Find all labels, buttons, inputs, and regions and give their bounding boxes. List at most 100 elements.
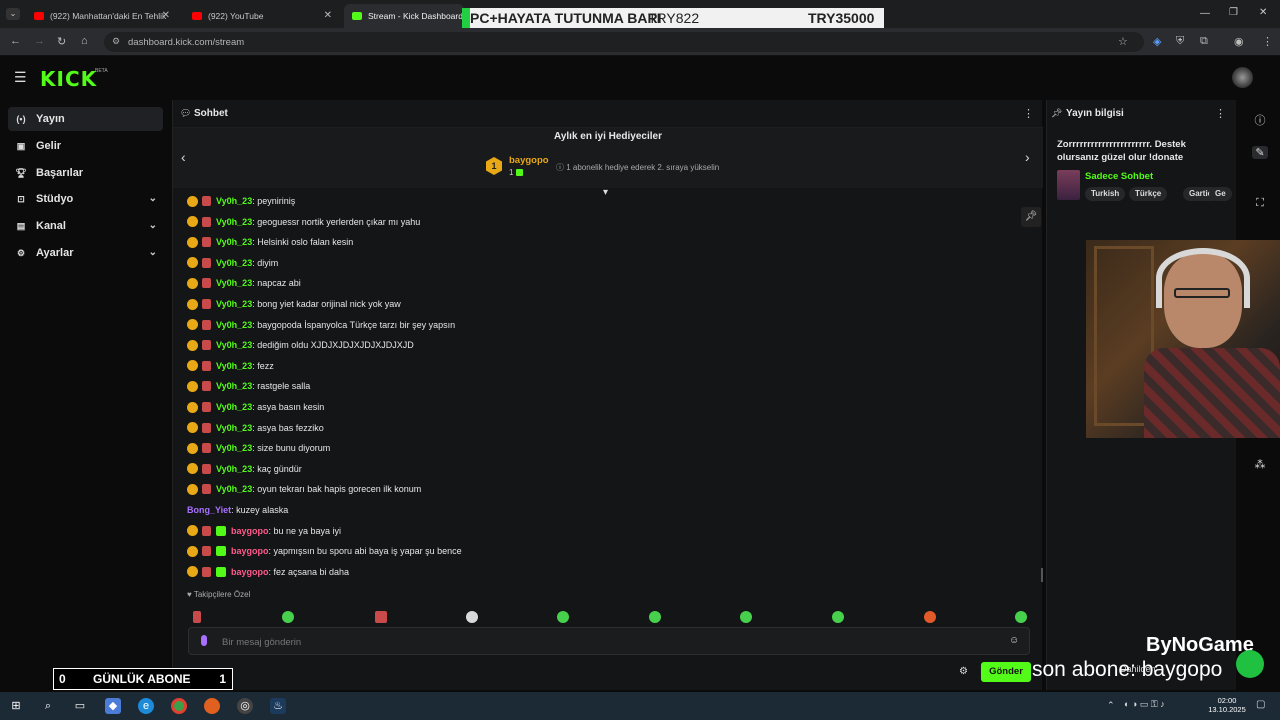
sidebar-item-yayin[interactable]: (•) Yayın — [8, 107, 163, 131]
chat-username[interactable]: baygopo — [231, 567, 269, 577]
chat-scrollbar[interactable] — [1041, 568, 1043, 582]
emote-icon[interactable] — [924, 611, 936, 623]
copilot-icon[interactable]: ◆ — [105, 698, 121, 714]
chevron-left-icon[interactable]: ‹ — [181, 149, 186, 165]
site-info-icon[interactable]: ⚙ — [112, 36, 120, 47]
chat-username[interactable]: Bong_Yiet — [187, 505, 231, 515]
tab-search-icon[interactable]: ⌄ — [6, 8, 20, 20]
chat-message-text: : fezz — [252, 360, 274, 371]
chat-username[interactable]: baygopo — [231, 546, 269, 556]
pin-icon[interactable]: 📌︎ — [1021, 207, 1041, 227]
search-icon[interactable]: ⌕ — [40, 698, 56, 714]
chat-username[interactable]: Vy0h_23 — [216, 464, 252, 474]
minimize-icon[interactable]: — — [1200, 8, 1210, 19]
chevron-down-icon[interactable]: ⌄ — [149, 220, 157, 231]
scroll-down-arrow-icon[interactable]: ▾ — [603, 187, 608, 198]
stream-info-options-icon[interactable]: ⋮ — [1215, 107, 1226, 120]
address-bar[interactable]: ⚙ dashboard.kick.com/stream — [104, 32, 1144, 52]
task-view-icon[interactable]: ▭ — [72, 698, 88, 714]
category-thumbnail[interactable] — [1057, 170, 1080, 200]
tag-chip[interactable]: Türkçe — [1129, 187, 1168, 201]
extension-icon[interactable]: ◈ — [1153, 35, 1161, 48]
sidebar-item-kanal[interactable]: ▤ Kanal ⌄ — [8, 214, 163, 238]
close-window-icon[interactable]: ✕ — [1259, 7, 1267, 18]
chevron-down-icon[interactable]: ⌄ — [149, 193, 157, 204]
taskbar-clock[interactable]: 02:00 13.10.2025 — [1204, 696, 1250, 714]
info-icon[interactable]: ⓘ — [1252, 112, 1268, 128]
hamburger-menu-icon[interactable]: ☰ — [14, 69, 27, 86]
chrome-icon[interactable] — [171, 698, 187, 714]
chat-username[interactable]: Vy0h_23 — [216, 423, 252, 433]
emote-icon[interactable] — [1015, 611, 1027, 623]
notifications-icon[interactable]: ▢ — [1256, 699, 1265, 710]
bookmark-star-icon[interactable]: ☆ — [1118, 35, 1128, 48]
steam-icon[interactable]: ♨ — [270, 698, 286, 714]
chat-username[interactable]: Vy0h_23 — [216, 258, 252, 268]
emote-icon[interactable] — [193, 611, 201, 623]
tab-kick-dashboard[interactable]: Stream - Kick Dashboard — [344, 4, 464, 28]
tab-youtube-manhattan[interactable]: (922) Manhattan'daki En Tehlik ✕ — [26, 4, 178, 28]
emote-icon[interactable] — [832, 611, 844, 623]
chat-username[interactable]: Vy0h_23 — [216, 381, 252, 391]
share-icon[interactable]: ⁂ — [1252, 458, 1268, 471]
tray-chevron-up-icon[interactable]: ⌃ — [1107, 700, 1115, 711]
kick-logo[interactable]: KICK — [40, 67, 97, 91]
chevron-right-icon[interactable]: › — [1025, 149, 1030, 165]
chat-username[interactable]: Vy0h_23 — [216, 237, 252, 247]
chat-username[interactable]: Vy0h_23 — [216, 443, 252, 453]
chat-settings-gear-icon[interactable]: ⚙ — [959, 666, 968, 677]
tag-chip[interactable]: Turkish — [1085, 187, 1126, 201]
edit-pencil-icon[interactable]: ✎ — [1252, 146, 1268, 159]
chat-username[interactable]: Vy0h_23 — [216, 402, 252, 412]
emote-icon[interactable] — [557, 611, 569, 623]
tab-youtube[interactable]: (922) YouTube ✕ — [184, 4, 340, 28]
emote-icon[interactable] — [649, 611, 661, 623]
emoji-icon[interactable]: ☺ — [1009, 635, 1019, 646]
emote-icon[interactable] — [282, 611, 294, 623]
chat-message-input[interactable]: Bir mesaj gönderin ☺ — [188, 627, 1030, 655]
chevron-down-icon[interactable]: ⌄ — [149, 247, 157, 258]
gifter-name[interactable]: baygopo — [509, 155, 549, 166]
tray-icons[interactable]: ◐ ◑ ▭ ⚿ ♪ — [1124, 699, 1165, 710]
emote-icon[interactable] — [466, 611, 478, 623]
sidebar-item-studyo[interactable]: ⊡ Stüdyo ⌄ — [8, 187, 163, 211]
chat-options-icon[interactable]: ⋮ — [1023, 107, 1034, 120]
maximize-icon[interactable]: ❐ — [1229, 7, 1238, 18]
chat-username[interactable]: Vy0h_23 — [216, 196, 252, 206]
stream-title-text: Zorrrrrrrrrrrrrrrrrrrrrr. Destek olursan… — [1057, 139, 1186, 163]
chat-username[interactable]: Vy0h_23 — [216, 361, 252, 371]
emote-icon[interactable] — [740, 611, 752, 623]
close-tab-icon[interactable]: ✕ — [162, 10, 170, 21]
emote-icon[interactable] — [375, 611, 387, 623]
chat-username[interactable]: Vy0h_23 — [216, 299, 252, 309]
sidebar-item-ayarlar[interactable]: ⚙ Ayarlar ⌄ — [8, 241, 163, 265]
microphone-icon[interactable] — [201, 635, 207, 646]
menu-dots-icon[interactable]: ⋮ — [1262, 35, 1273, 48]
send-button[interactable]: Gönder — [981, 662, 1031, 682]
gift-badge-icon — [202, 196, 211, 206]
firefox-icon[interactable] — [204, 698, 220, 714]
shield-icon[interactable]: ⛨ — [1176, 35, 1184, 48]
close-tab-icon[interactable]: ✕ — [324, 10, 332, 21]
edge-icon[interactable]: e — [138, 698, 154, 714]
fullscreen-icon[interactable]: ⛶ — [1252, 197, 1268, 210]
home-icon[interactable]: ⌂ — [81, 35, 88, 47]
chat-username[interactable]: Vy0h_23 — [216, 278, 252, 288]
sidebar-item-gelir[interactable]: ▣ Gelir — [8, 134, 163, 158]
puzzle-icon[interactable]: ⧉ — [1200, 35, 1208, 48]
category-name[interactable]: Sadece Sohbet — [1085, 171, 1153, 182]
chat-username[interactable]: baygopo — [231, 526, 269, 536]
forward-icon[interactable]: → — [34, 35, 45, 47]
user-avatar[interactable] — [1232, 67, 1253, 88]
reload-icon[interactable]: ↻ — [57, 35, 66, 48]
chat-username[interactable]: Vy0h_23 — [216, 484, 252, 494]
sidebar-item-basarilar[interactable]: 🏆︎ Başarılar — [8, 161, 163, 185]
chat-username[interactable]: Vy0h_23 — [216, 217, 252, 227]
chat-username[interactable]: Vy0h_23 — [216, 340, 252, 350]
back-icon[interactable]: ← — [10, 35, 21, 47]
tag-chip[interactable]: Ge — [1209, 187, 1232, 201]
chat-username[interactable]: Vy0h_23 — [216, 320, 252, 330]
profile-avatar-icon[interactable]: ◉ — [1234, 35, 1244, 48]
obs-icon[interactable]: ◎ — [237, 698, 253, 714]
windows-start-icon[interactable]: ⊞ — [8, 698, 24, 714]
